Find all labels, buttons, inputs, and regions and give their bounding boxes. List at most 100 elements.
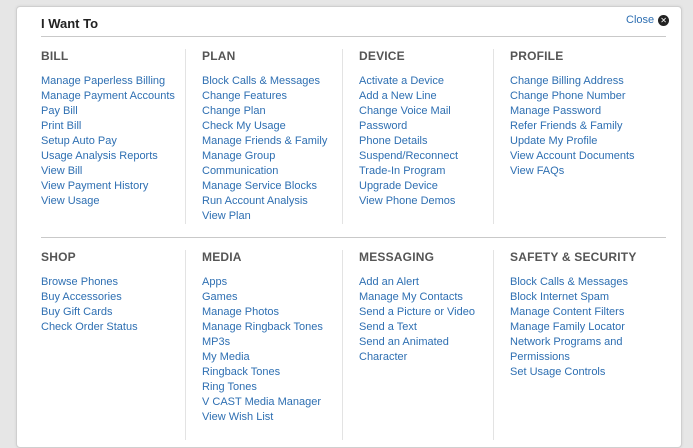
list-item: Check My Usage (202, 119, 327, 134)
panel-title: I Want To (41, 16, 99, 31)
link-list: Block Calls & Messages Block Internet Spa… (510, 275, 637, 380)
list-item: Manage Ringback Tones (202, 320, 323, 335)
list-item: Ring Tones (202, 380, 323, 395)
menu-link[interactable]: MP3s (202, 336, 230, 348)
menu-link[interactable]: Buy Gift Cards (41, 306, 113, 318)
list-item: MP3s (202, 335, 323, 350)
menu-link[interactable]: View FAQs (510, 165, 564, 177)
menu-link[interactable]: Send a Picture or Video (359, 306, 475, 318)
menu-link[interactable]: Change Plan (202, 105, 266, 117)
list-item: Update My Profile (510, 134, 635, 149)
list-item: Change Plan (202, 104, 327, 119)
menu-link[interactable]: Send a Text (359, 321, 417, 333)
list-item: Password (359, 119, 458, 134)
menu-link[interactable]: Ringback Tones (202, 366, 280, 378)
list-item: Add an Alert (359, 275, 475, 290)
menu-link[interactable]: V CAST Media Manager (202, 396, 321, 408)
menu-link[interactable]: Check My Usage (202, 120, 286, 132)
menu-link[interactable]: Communication (202, 165, 278, 177)
menu-link[interactable]: Change Phone Number (510, 90, 626, 102)
section-device: DEVICE Activate a Device Add a New Line Ch… (359, 49, 458, 209)
section-heading: DEVICE (359, 49, 405, 63)
menu-link[interactable]: Pay Bill (41, 105, 78, 117)
menu-link[interactable]: View Bill (41, 165, 82, 177)
menu-link[interactable]: Print Bill (41, 120, 81, 132)
menu-link[interactable]: Usage Analysis Reports (41, 150, 158, 162)
list-item: Phone Details (359, 134, 458, 149)
menu-link[interactable]: Block Calls & Messages (510, 276, 628, 288)
menu-link[interactable]: Manage My Contacts (359, 291, 463, 303)
section-plan: PLAN Block Calls & Messages Change Featur… (202, 49, 327, 224)
menu-link[interactable]: Trade-In Program (359, 165, 445, 177)
menu-link[interactable]: Phone Details (359, 135, 428, 147)
menu-link[interactable]: Manage Family Locator (510, 321, 625, 333)
menu-link[interactable]: Add an Alert (359, 276, 419, 288)
menu-link[interactable]: Character (359, 351, 407, 363)
menu-link[interactable]: Set Usage Controls (510, 366, 605, 378)
menu-link[interactable]: View Account Documents (510, 150, 635, 162)
menu-link[interactable]: Activate a Device (359, 75, 444, 87)
menu-link[interactable]: Manage Password (510, 105, 601, 117)
link-list: Add an Alert Manage My Contacts Send a Pic… (359, 275, 475, 365)
list-item: View Bill (41, 164, 175, 179)
menu-link[interactable]: Check Order Status (41, 321, 138, 333)
list-item: Setup Auto Pay (41, 134, 175, 149)
menu-link[interactable]: Buy Accessories (41, 291, 122, 303)
menu-link[interactable]: Manage Content Filters (510, 306, 624, 318)
menu-link[interactable]: View Plan (202, 210, 251, 222)
menu-link[interactable]: Upgrade Device (359, 180, 438, 192)
section-divider (41, 237, 666, 238)
menu-link[interactable]: Manage Friends & Family (202, 135, 327, 147)
menu-link[interactable]: Add a New Line (359, 90, 437, 102)
menu-link[interactable]: Setup Auto Pay (41, 135, 117, 147)
list-item: Set Usage Controls (510, 365, 637, 380)
column-separator (185, 49, 186, 224)
close-button[interactable]: Close ✕ (626, 14, 670, 26)
menu-link[interactable]: Refer Friends & Family (510, 120, 622, 132)
menu-link[interactable]: Suspend/Reconnect (359, 150, 458, 162)
menu-link[interactable]: Manage Payment Accounts (41, 90, 175, 102)
menu-link[interactable]: Games (202, 291, 237, 303)
menu-link[interactable]: Send an Animated (359, 336, 449, 348)
menu-link[interactable]: Change Features (202, 90, 287, 102)
column-separator (493, 250, 494, 440)
menu-link[interactable]: My Media (202, 351, 250, 363)
menu-link[interactable]: Manage Paperless Billing (41, 75, 165, 87)
list-item: V CAST Media Manager (202, 395, 323, 410)
list-item: Send an Animated (359, 335, 475, 350)
menu-link[interactable]: Block Internet Spam (510, 291, 609, 303)
list-item: Manage Paperless Billing (41, 74, 175, 89)
menu-link[interactable]: View Payment History (41, 180, 148, 192)
menu-link[interactable]: View Usage (41, 195, 100, 207)
menu-link[interactable]: Password (359, 120, 407, 132)
menu-link[interactable]: Manage Service Blocks (202, 180, 317, 192)
menu-link[interactable]: Change Billing Address (510, 75, 624, 87)
menu-link[interactable]: Update My Profile (510, 135, 597, 147)
menu-link[interactable]: Permissions (510, 351, 570, 363)
link-list: Block Calls & Messages Change Features Cha… (202, 74, 327, 224)
menu-link[interactable]: View Wish List (202, 411, 273, 423)
menu-link[interactable]: Manage Photos (202, 306, 279, 318)
list-item: Apps (202, 275, 323, 290)
menu-link[interactable]: Browse Phones (41, 276, 118, 288)
section-heading: SHOP (41, 250, 76, 264)
link-list: Browse Phones Buy Accessories Buy Gift Car… (41, 275, 138, 335)
list-item: View Account Documents (510, 149, 635, 164)
menu-link[interactable]: Manage Ringback Tones (202, 321, 323, 333)
menu-link[interactable]: Manage Group (202, 150, 275, 162)
list-item: Upgrade Device (359, 179, 458, 194)
menu-link[interactable]: Network Programs and (510, 336, 623, 348)
list-item: Check Order Status (41, 320, 138, 335)
menu-link[interactable]: Apps (202, 276, 227, 288)
link-list: Apps Games Manage Photos Manage Ringback To… (202, 275, 323, 425)
close-icon[interactable]: ✕ (658, 14, 670, 26)
list-item: Communication (202, 164, 327, 179)
menu-link[interactable]: View Phone Demos (359, 195, 455, 207)
menu-link[interactable]: Run Account Analysis (202, 195, 308, 207)
menu-link[interactable]: Block Calls & Messages (202, 75, 320, 87)
list-item: Trade-In Program (359, 164, 458, 179)
menu-link[interactable]: Ring Tones (202, 381, 257, 393)
menu-link[interactable]: Change Voice Mail (359, 105, 451, 117)
section-shop: SHOP Browse Phones Buy Accessories Buy Gif… (41, 250, 138, 335)
list-item: View FAQs (510, 164, 635, 179)
